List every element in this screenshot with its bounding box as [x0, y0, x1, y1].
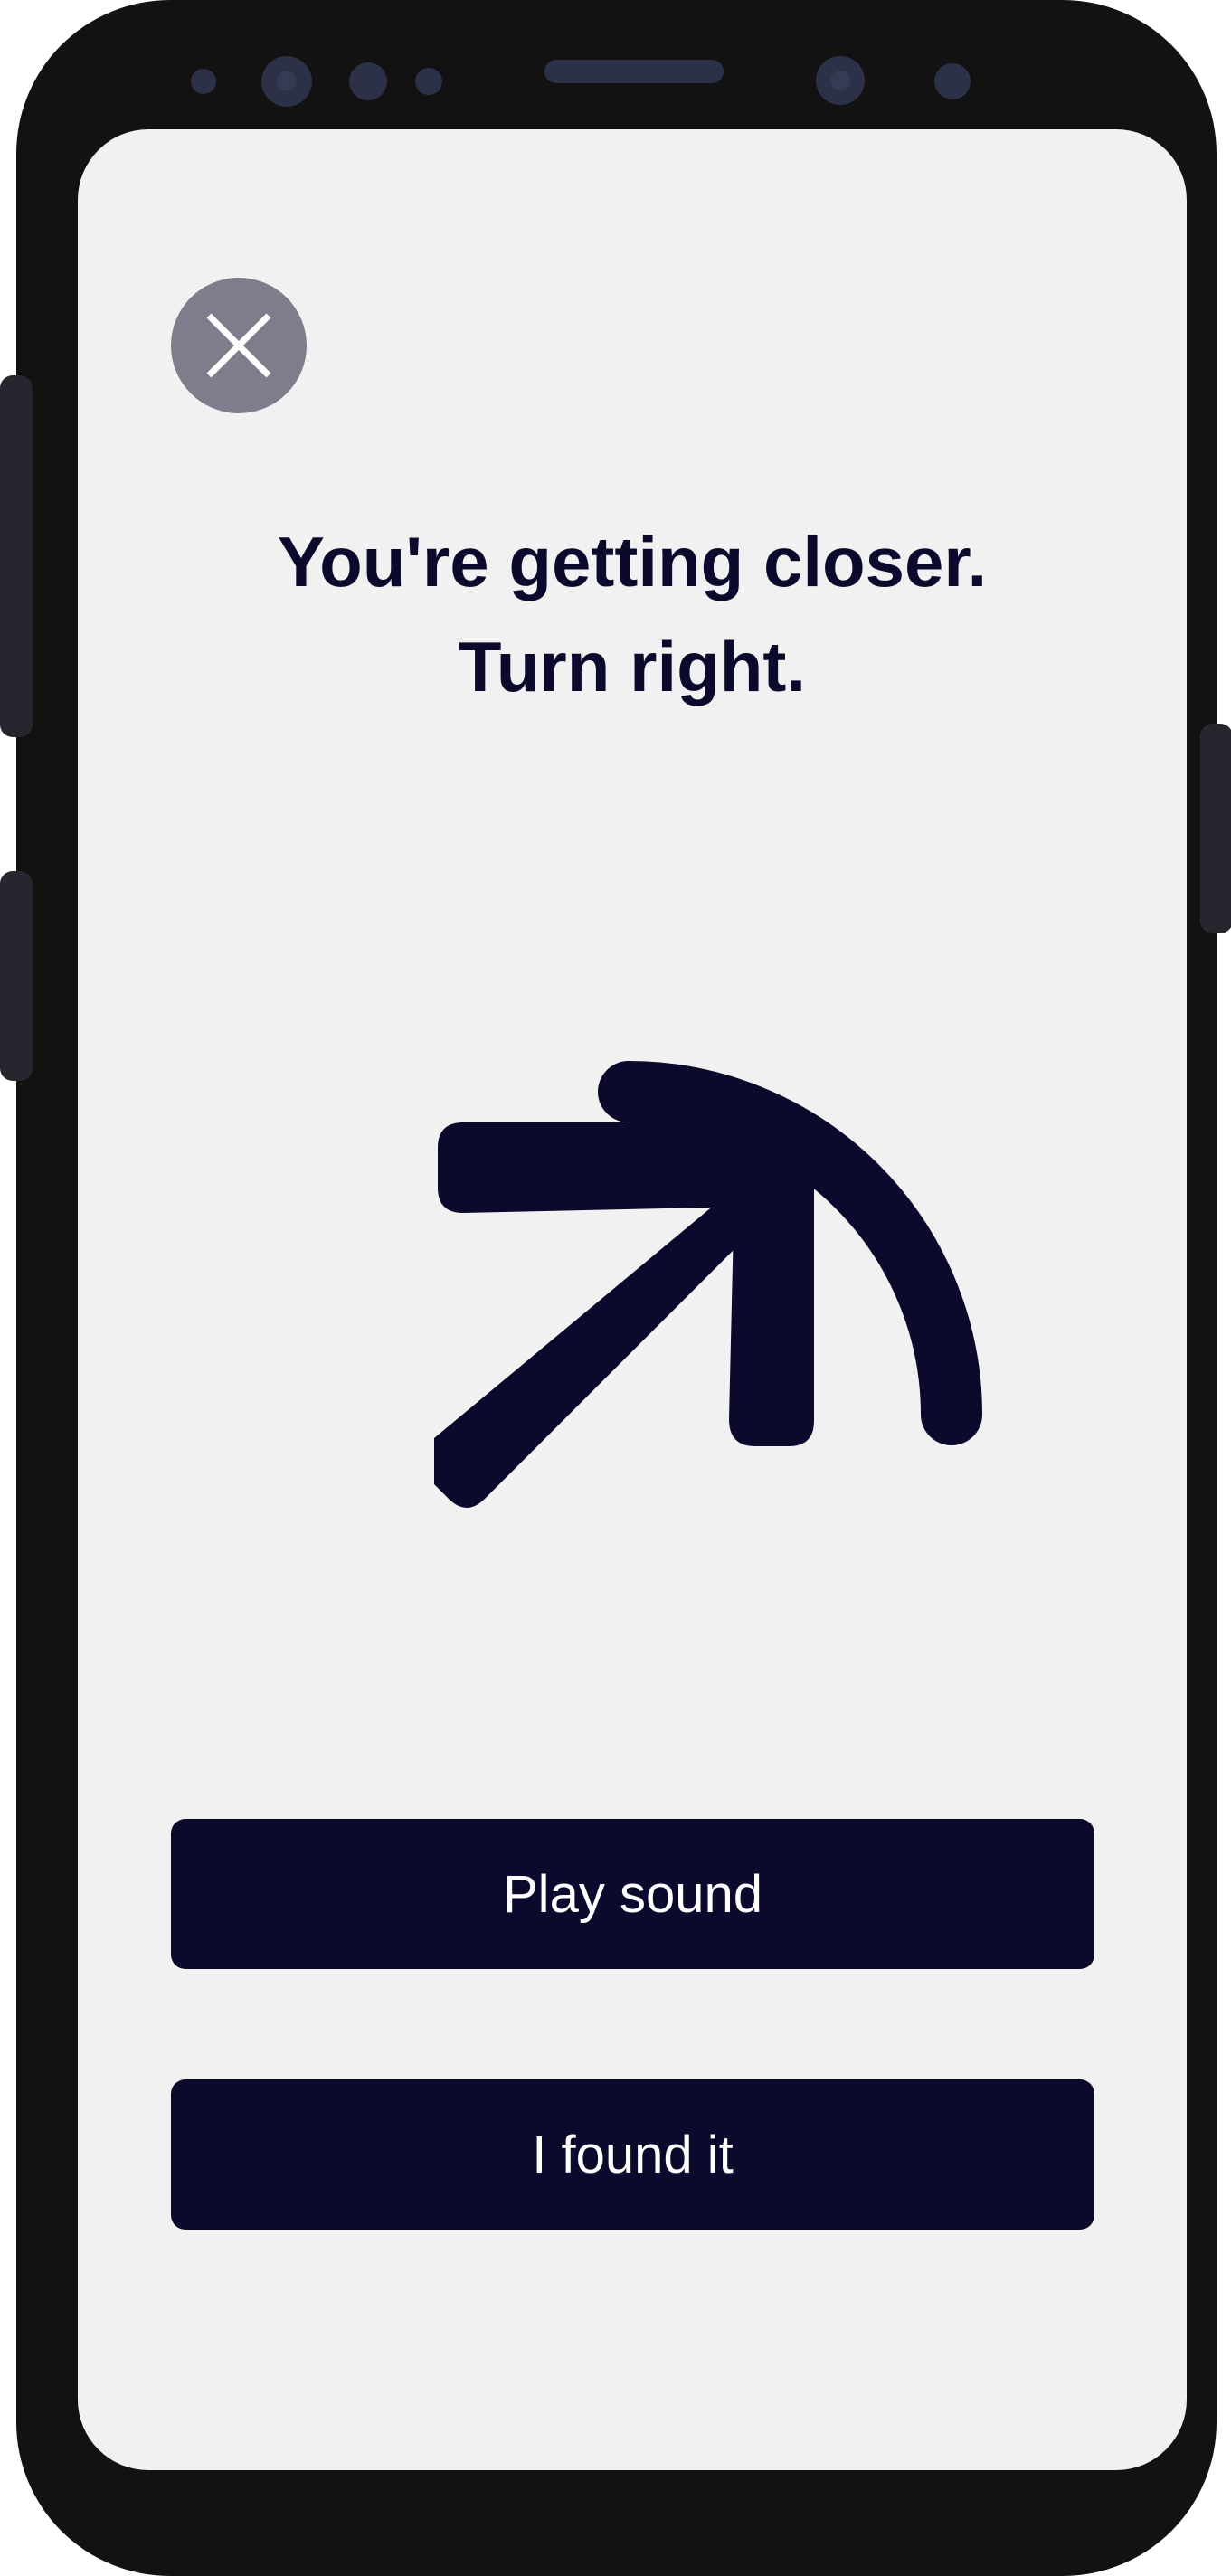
- guidance-headline: You're getting closer. Turn right.: [78, 509, 1187, 719]
- phone-frame: You're getting closer. Turn right. Play …: [0, 0, 1231, 2576]
- close-button[interactable]: [171, 278, 307, 413]
- side-volume-up-button: [0, 375, 33, 737]
- front-camera-icon: [261, 56, 312, 107]
- earpiece-speaker: [544, 60, 724, 83]
- turn-right-arrow-icon: [434, 1061, 982, 1508]
- app-screen: You're getting closer. Turn right. Play …: [78, 129, 1187, 2470]
- light-sensor: [349, 62, 387, 100]
- proximity-sensor: [191, 69, 216, 94]
- play-sound-button[interactable]: Play sound: [171, 1819, 1094, 1969]
- ir-sensor: [415, 68, 442, 95]
- play-sound-label: Play sound: [503, 1864, 762, 1924]
- close-icon: [206, 313, 271, 378]
- headline-line-2: Turn right.: [458, 627, 807, 706]
- found-it-button[interactable]: I found it: [171, 2079, 1094, 2230]
- iris-camera-icon: [816, 56, 865, 105]
- front-flash: [934, 63, 971, 99]
- side-power-button: [1200, 724, 1231, 933]
- found-it-label: I found it: [532, 2125, 734, 2184]
- side-volume-down-button: [0, 871, 33, 1081]
- headline-line-1: You're getting closer.: [277, 522, 988, 601]
